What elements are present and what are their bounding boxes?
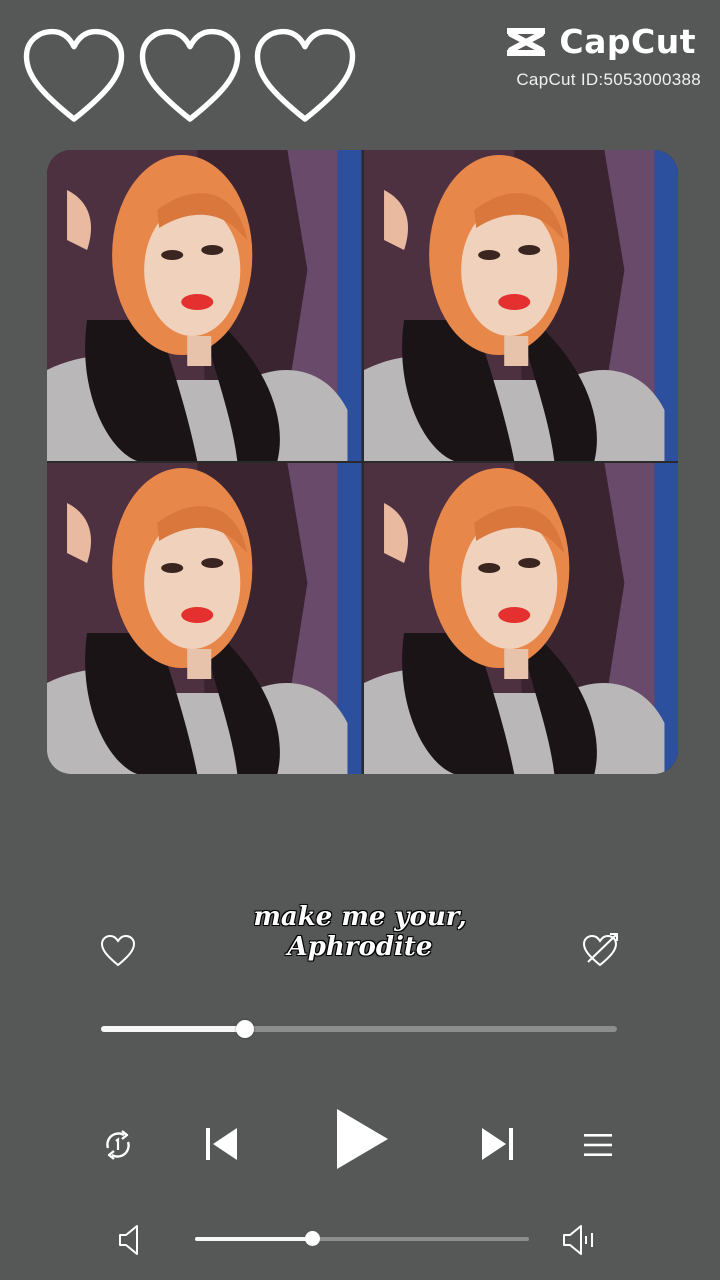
repeat-icon xyxy=(106,1130,130,1160)
capcut-logo-icon xyxy=(507,27,546,56)
repeat-button[interactable] xyxy=(100,1128,136,1162)
portrait-photo xyxy=(363,463,678,774)
volume-low-icon xyxy=(119,1225,138,1255)
next-button[interactable] xyxy=(480,1125,516,1163)
photo-grid xyxy=(47,150,678,774)
volume-high-button[interactable] xyxy=(561,1223,597,1257)
play-button[interactable] xyxy=(333,1106,391,1172)
capcut-watermark: CapCut xyxy=(503,22,696,61)
lyrics-line-2: Aphrodite xyxy=(287,932,433,962)
volume-fill xyxy=(195,1237,312,1241)
progress-bar[interactable] xyxy=(101,1020,617,1038)
volume-low-button[interactable] xyxy=(117,1223,143,1257)
previous-icon xyxy=(206,1128,237,1160)
capcut-id: CapCut ID:5053000388 xyxy=(516,70,701,89)
like-button[interactable] xyxy=(100,934,136,968)
lyrics-text: make me your, Aphrodite xyxy=(160,902,560,962)
portrait-photo xyxy=(47,150,362,461)
volume-handle[interactable] xyxy=(304,1231,320,1246)
volume-slider[interactable] xyxy=(195,1231,529,1246)
portrait-photo xyxy=(363,150,678,461)
progress-handle[interactable] xyxy=(236,1020,255,1038)
heart-outline-icon xyxy=(136,24,244,132)
heart-icon xyxy=(100,934,136,967)
dislike-button[interactable] xyxy=(582,932,620,968)
heart-outline-icon xyxy=(20,24,128,132)
playlist-button[interactable] xyxy=(582,1132,614,1158)
heart-crossed-icon xyxy=(582,933,618,967)
progress-fill xyxy=(101,1026,246,1032)
heart-outline-icon xyxy=(251,24,359,132)
play-icon xyxy=(337,1109,388,1169)
lyrics-line-1: make me your, xyxy=(253,902,467,932)
volume-high-icon xyxy=(563,1225,593,1255)
brand-name: CapCut xyxy=(559,22,696,61)
previous-button[interactable] xyxy=(203,1125,239,1163)
portrait-photo xyxy=(47,463,362,774)
playlist-icon xyxy=(584,1134,612,1156)
next-icon xyxy=(482,1128,513,1160)
